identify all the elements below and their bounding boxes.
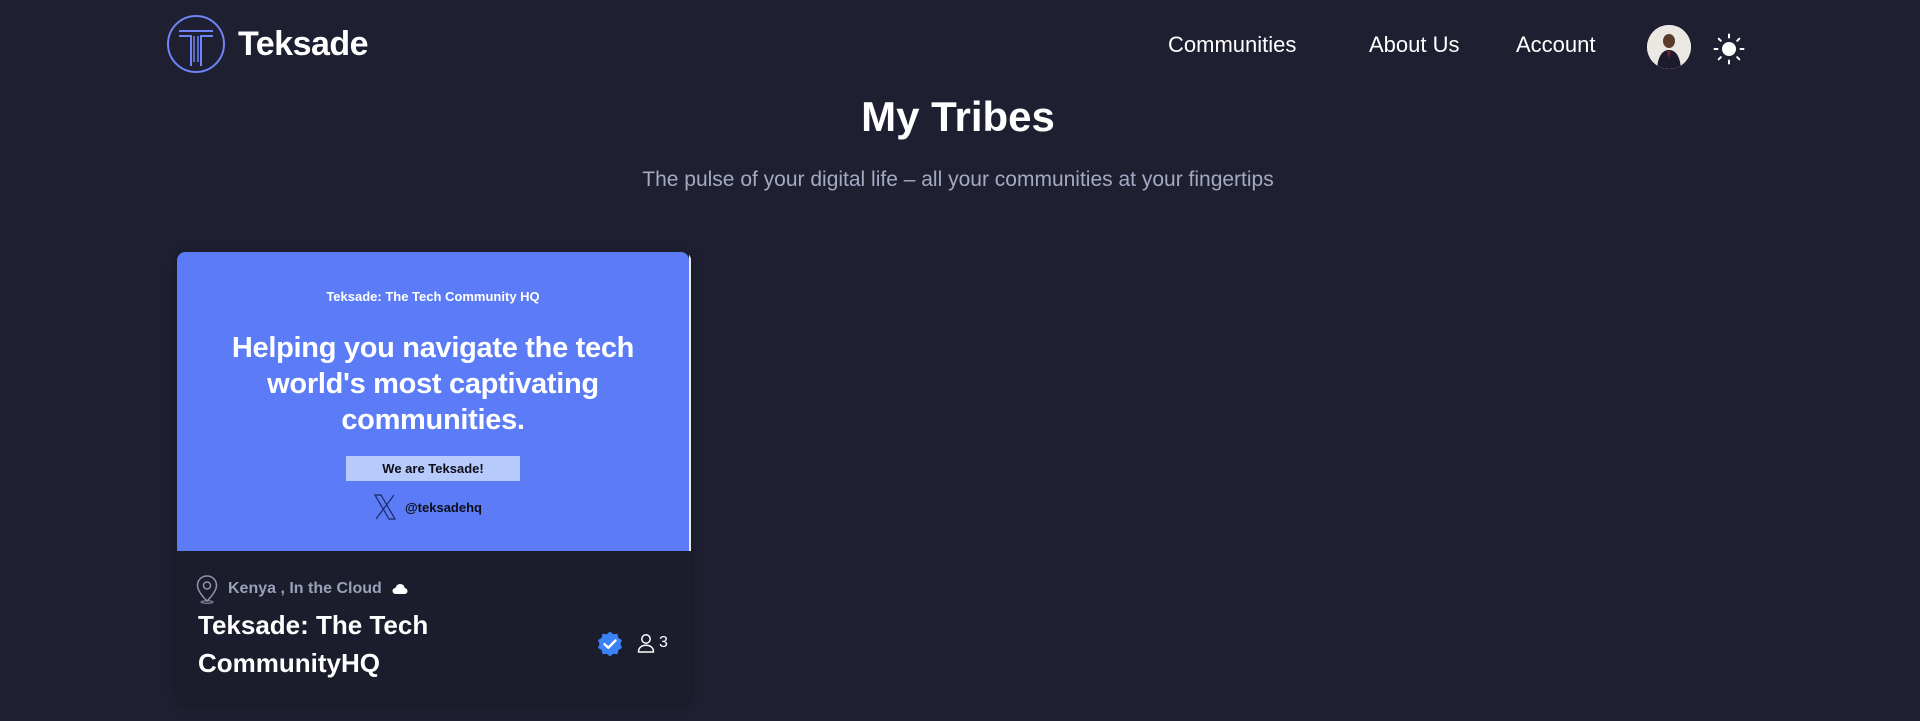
member-count-text: 3 [659,634,668,651]
sun-icon [1713,33,1745,65]
banner-cta-label: We are Teksade! [346,456,520,481]
page-subtitle: The pulse of your digital life – all you… [642,168,1274,191]
community-location: Kenya , In the Cloud [194,574,408,604]
brand-logo[interactable]: Teksade [166,14,369,74]
page-title: My Tribes [861,93,1055,140]
banner-handle: @teksadehq [373,494,482,520]
location-text: Kenya , In the Cloud [228,580,382,597]
teksade-logo-icon [167,15,225,73]
user-icon [637,634,655,653]
x-logo-icon [373,494,397,520]
nav-account[interactable]: Account [1516,32,1596,58]
banner-edge [689,252,691,551]
brand-name: Teksade [238,24,369,63]
member-count: 3 [637,633,668,653]
cloud-icon [392,584,408,594]
location-pin-icon [196,575,218,604]
community-card[interactable]: Teksade: The Tech Community HQ Helping y… [177,252,691,703]
user-avatar-image [1647,25,1691,69]
nav-communities[interactable]: Communities [1168,32,1296,58]
theme-toggle-button[interactable] [1713,33,1745,65]
banner-headline: Helping you navigate the tech world's mo… [231,332,635,436]
banner-handle-text: @teksadehq [405,499,482,515]
banner-eyebrow: Teksade: The Tech Community HQ [326,289,540,304]
community-name[interactable]: Teksade: The Tech CommunityHQ [198,606,558,682]
verified-badge-icon [596,630,624,658]
community-banner: Teksade: The Tech Community HQ Helping y… [177,252,689,551]
nav-about-us[interactable]: About Us [1369,32,1460,58]
user-avatar[interactable] [1647,25,1691,69]
